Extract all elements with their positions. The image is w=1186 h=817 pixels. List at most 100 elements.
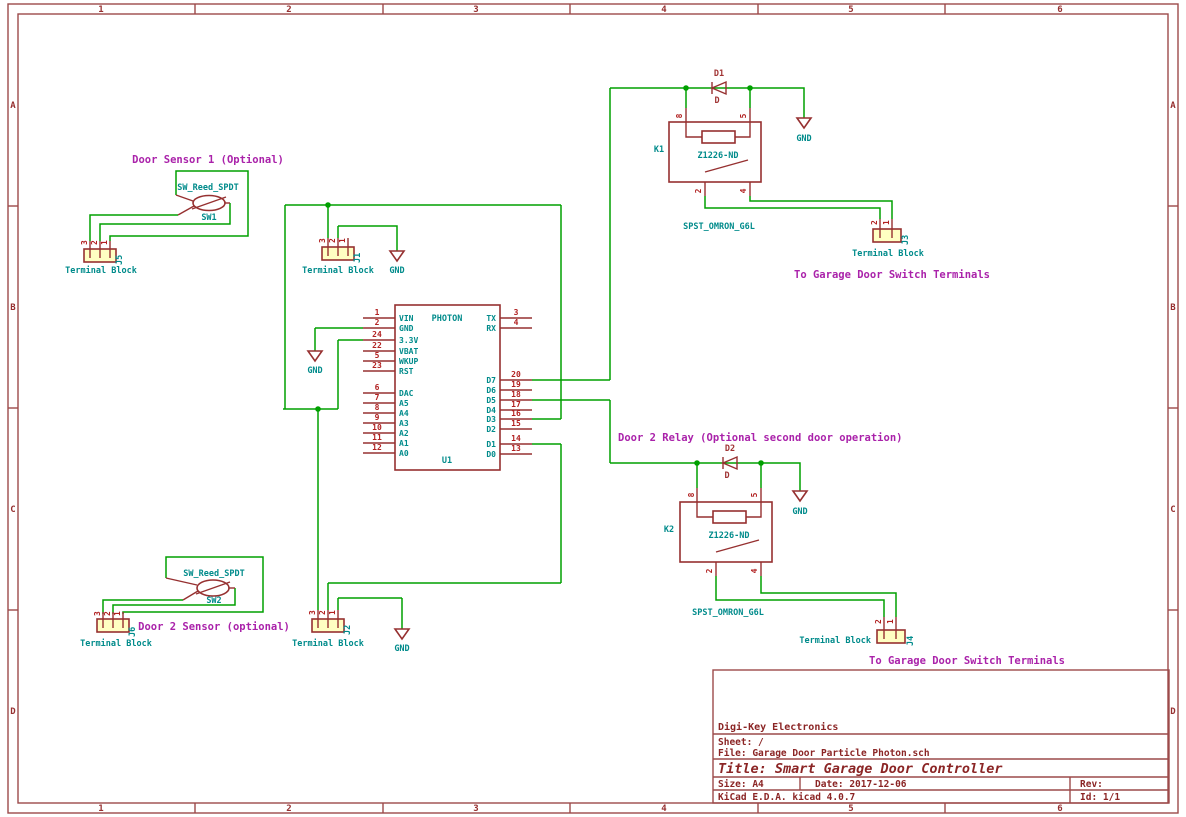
j3-pin1: 1 — [882, 220, 891, 225]
j6-pin3: 3 — [93, 611, 102, 616]
component-k2-relay[interactable]: 8 5 2 4 K2 Z1226-ND SPST_OMRON_G6L — [664, 488, 772, 618]
photon-pin-name: A1 — [399, 439, 409, 448]
gnd-label: GND — [394, 644, 409, 654]
photon-pin-name: D2 — [486, 425, 496, 434]
titleblock-file: File: Garage Door Particle Photon.sch — [718, 748, 930, 759]
photon-pin-name: VIN — [399, 314, 414, 323]
k2-value: Z1226-ND — [709, 531, 750, 541]
photon-pin-name: TX — [486, 314, 496, 323]
k2-pin4: 4 — [750, 568, 759, 573]
photon-pin-name: A5 — [399, 399, 409, 408]
photon-pin-name: A3 — [399, 419, 409, 428]
frame-col-label: 5 — [848, 804, 853, 814]
component-j4-terminal[interactable]: 2 1 J4 Terminal Block — [799, 617, 916, 646]
photon-pin-name: A2 — [399, 429, 409, 438]
photon-pin-number: 13 — [511, 444, 521, 453]
photon-pin-number: 15 — [511, 419, 521, 428]
frame-row-label: C — [10, 505, 15, 515]
photon-pin-name: D5 — [486, 396, 496, 405]
gnd-symbol-photon[interactable]: GND — [307, 351, 322, 376]
photon-pin-name: D7 — [486, 376, 496, 385]
titleblock-size: Size: A4 — [718, 779, 764, 790]
photon-pin-name: VBAT — [399, 347, 418, 356]
component-j1-terminal[interactable]: 3 2 1 J1 Terminal Block — [302, 238, 374, 276]
title-block: Digi-Key Electronics Sheet: / File: Gara… — [713, 670, 1169, 803]
photon-pin-number: 3 — [514, 308, 519, 317]
sheet-frame: 112233445566AABBCCDD — [8, 4, 1178, 814]
k1-pin5: 5 — [739, 113, 748, 118]
component-j2-terminal[interactable]: 3 2 1 J2 Terminal Block — [292, 610, 364, 649]
j1-pin3: 3 — [318, 238, 327, 243]
photon-pin-number: 12 — [372, 443, 382, 452]
photon-pin-name: RX — [486, 324, 496, 333]
gnd-symbol-mid-top[interactable]: GND — [389, 251, 404, 276]
component-j5-terminal[interactable]: 3 2 1 J5 Terminal Block — [65, 240, 137, 276]
j4-value: Terminal Block — [799, 635, 871, 646]
gnd-label: GND — [796, 134, 811, 144]
frame-col-label: 1 — [98, 5, 103, 15]
j4-pin2: 2 — [874, 619, 883, 624]
frame-col-label: 6 — [1057, 5, 1062, 15]
frame-row-label: B — [1170, 303, 1176, 313]
component-k1-relay[interactable]: 8 5 2 4 K1 Z1226-ND SPST_OMRON_G6L — [654, 108, 761, 232]
j3-value: Terminal Block — [852, 248, 924, 259]
sw2-value: SW_Reed_SPDT — [183, 569, 244, 579]
k2-pin5: 5 — [750, 492, 759, 497]
component-u1-photon[interactable]: PHOTON U1 1VIN2GND243.3V22VBAT5WKUP23RST… — [363, 305, 532, 470]
photon-pin-number: 20 — [511, 370, 521, 379]
j6-pin1: 1 — [113, 611, 122, 616]
photon-pin-number: 7 — [375, 393, 380, 402]
j2-value: Terminal Block — [292, 638, 364, 649]
frame-col-label: 4 — [661, 5, 667, 15]
j1-pin1: 1 — [338, 238, 347, 243]
d1-ref: D1 — [714, 69, 724, 79]
k1-ref: K1 — [654, 145, 664, 155]
note-door-sensor-1: Door Sensor 1 (Optional) — [132, 154, 284, 166]
photon-pin-name: A4 — [399, 409, 409, 418]
photon-pin-number: 23 — [372, 361, 382, 370]
d2-ref: D2 — [725, 444, 735, 454]
frame-row-label: A — [10, 101, 16, 111]
schematic-notes: Door Sensor 1 (Optional) Door 2 Sensor (… — [132, 154, 1065, 667]
photon-pin-name: D4 — [486, 406, 496, 415]
j2-ref: J2 — [343, 625, 353, 635]
photon-pin-number: 5 — [375, 351, 380, 360]
frame-col-label: 6 — [1057, 804, 1062, 814]
k2-footprint: SPST_OMRON_G6L — [692, 608, 764, 618]
photon-pin-number: 22 — [372, 341, 382, 350]
photon-pin-number: 14 — [511, 434, 521, 443]
photon-pin-name: DAC — [399, 389, 414, 398]
component-j3-terminal[interactable]: 2 1 J3 Terminal Block — [852, 219, 924, 259]
j1-pin2: 2 — [328, 238, 337, 243]
k1-pin2: 2 — [694, 188, 703, 193]
j1-ref: J1 — [353, 253, 363, 263]
photon-ref: U1 — [442, 456, 452, 466]
titleblock-kicad: KiCad E.D.A. kicad 4.0.7 — [718, 792, 855, 803]
gnd-label: GND — [307, 366, 322, 376]
gnd-symbol-mid-bottom[interactable]: GND — [394, 629, 409, 654]
k2-pin2: 2 — [705, 568, 714, 573]
photon-pin-number: 1 — [375, 308, 380, 317]
d2-value: D — [724, 471, 729, 481]
frame-row-label: D — [1170, 707, 1176, 717]
wires[interactable] — [90, 85, 896, 629]
j6-value: Terminal Block — [80, 638, 152, 649]
photon-value: PHOTON — [432, 314, 463, 324]
j4-ref: J4 — [906, 636, 916, 646]
j6-ref: J6 — [128, 627, 138, 637]
photon-pin-number: 18 — [511, 390, 521, 399]
titleblock-id: Id: 1/1 — [1080, 792, 1120, 803]
j1-value: Terminal Block — [302, 265, 374, 276]
k2-ref: K2 — [664, 525, 674, 535]
photon-pin-number: 9 — [375, 413, 380, 422]
frame-col-label: 3 — [473, 5, 478, 15]
gnd-symbol-k2[interactable]: GND — [792, 491, 807, 517]
photon-pin-name: A0 — [399, 449, 409, 458]
gnd-symbol-k1[interactable]: GND — [796, 118, 811, 144]
photon-pin-number: 10 — [372, 423, 382, 432]
j5-pin2: 2 — [90, 240, 99, 245]
note-to-garage-1: To Garage Door Switch Terminals — [794, 269, 990, 281]
frame-row-label: C — [1170, 505, 1175, 515]
photon-pin-number: 4 — [514, 318, 519, 327]
photon-pin-number: 24 — [372, 330, 382, 339]
